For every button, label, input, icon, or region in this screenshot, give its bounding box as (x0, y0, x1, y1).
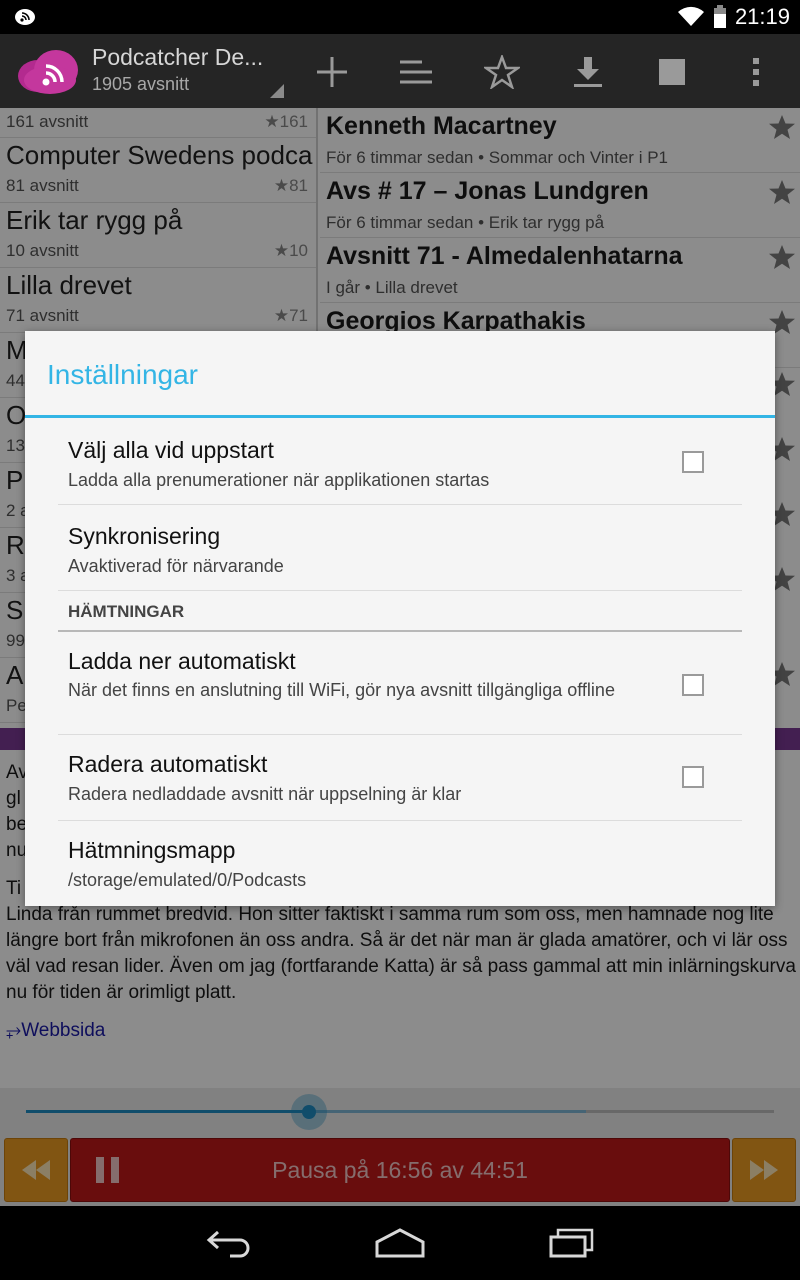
downloads-category-header: HÄMTNINGAR (58, 592, 742, 632)
clock: 21:19 (734, 4, 790, 29)
pref-sync[interactable]: Synkronisering Avaktiverad för närvarand… (58, 505, 742, 591)
pref-summary: När det finns en anslutning till WiFi, g… (68, 680, 615, 700)
cast-icon (15, 9, 35, 25)
spinner-indicator (270, 84, 284, 98)
wifi-icon (677, 6, 704, 26)
app-logo-icon[interactable] (16, 46, 80, 96)
navigation-bar (0, 1206, 800, 1280)
pref-title: Hätmningsmapp (68, 837, 236, 863)
pref-summary: Ladda alla prenumerationer när applikati… (68, 470, 490, 490)
pref-title: Synkronisering (68, 523, 221, 549)
pref-summary: Avaktiverad för närvarande (68, 556, 284, 576)
podcast-title[interactable]: Podcatcher De... (92, 44, 263, 71)
pref-select-all-on-startup[interactable]: Välj alla vid uppstart Ladda alla prenum… (58, 419, 742, 505)
pref-title: Radera automatiskt (68, 751, 268, 777)
action-bar: Podcatcher De... 1905 avsnitt (0, 34, 800, 108)
star-icon[interactable] (482, 52, 522, 92)
battery-icon (713, 5, 726, 28)
stop-icon[interactable] (652, 52, 692, 92)
home-icon[interactable] (374, 1228, 426, 1258)
add-icon[interactable] (312, 52, 352, 92)
episode-count[interactable]: 1905 avsnitt (92, 74, 189, 95)
sort-icon[interactable] (396, 52, 436, 92)
auto-delete-checkbox[interactable] (682, 766, 704, 788)
dialog-title: Inställningar (47, 359, 198, 390)
pref-summary: /storage/emulated/0/Podcasts (68, 870, 307, 890)
recents-icon[interactable] (548, 1228, 596, 1258)
download-icon[interactable] (568, 52, 608, 92)
status-bar: 21:19 (0, 0, 800, 34)
category-title: HÄMTNINGAR (68, 602, 185, 621)
pref-auto-delete[interactable]: Radera automatiskt Radera nedladdade avs… (58, 735, 742, 821)
auto-download-checkbox[interactable] (682, 674, 704, 696)
pref-auto-download[interactable]: Ladda ner automatiskt När det finns en a… (58, 634, 742, 735)
dialog-title-divider (25, 415, 775, 418)
pref-download-folder[interactable]: Hätmningsmapp /storage/emulated/0/Podcas… (58, 821, 742, 906)
select-all-checkbox[interactable] (682, 451, 704, 473)
back-icon[interactable] (206, 1228, 252, 1258)
pref-summary: Radera nedladdade avsnitt när uppselning… (68, 784, 462, 804)
settings-dialog: Inställningar Välj alla vid uppstart Lad… (25, 331, 775, 906)
pref-title: Välj alla vid uppstart (68, 437, 274, 463)
overflow-menu-icon[interactable] (736, 52, 776, 92)
pref-title: Ladda ner automatiskt (68, 648, 296, 674)
